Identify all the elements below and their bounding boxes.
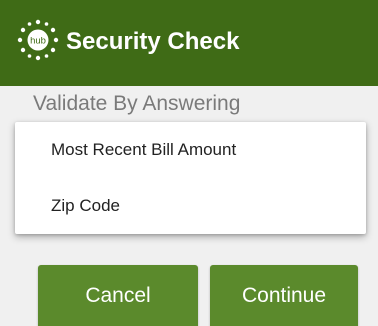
app-bar: hub Security Check bbox=[0, 0, 378, 86]
page-title: Security Check bbox=[66, 28, 240, 55]
option-most-recent-bill-amount[interactable]: Most Recent Bill Amount bbox=[15, 122, 366, 178]
cancel-button[interactable]: Cancel bbox=[38, 265, 198, 326]
option-zip-code[interactable]: Zip Code bbox=[15, 178, 366, 234]
continue-button[interactable]: Continue bbox=[210, 265, 358, 326]
hub-logo-icon: hub bbox=[17, 19, 59, 61]
validate-label: Validate By Answering bbox=[33, 92, 241, 115]
validation-options-dropdown: Most Recent Bill Amount Zip Code bbox=[15, 122, 366, 234]
logo-text: hub bbox=[30, 36, 46, 47]
